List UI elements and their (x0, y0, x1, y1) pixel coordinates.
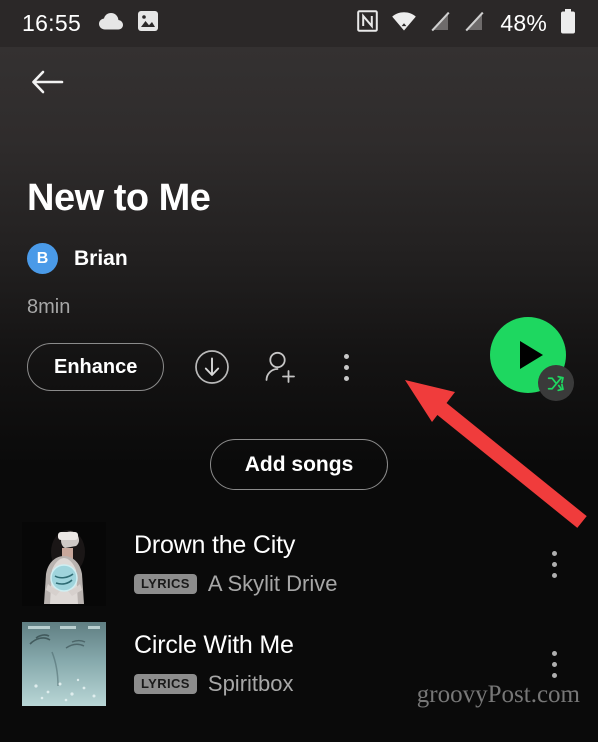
track-kebab-menu-icon[interactable] (532, 650, 576, 678)
add-songs-button[interactable]: Add songs (209, 439, 389, 490)
add-songs-row: Add songs (0, 393, 598, 490)
kebab-dots (343, 353, 349, 381)
action-row: Enhance (0, 317, 598, 401)
track-artist: Spiritbox (207, 671, 294, 696)
track-subtitle: LYRICS A Skylit Drive (134, 571, 532, 597)
enhance-button[interactable]: Enhance (27, 343, 165, 391)
signal-off-icon-2 (464, 11, 485, 37)
track-info: Drown the City LYRICS A Skylit Drive (106, 531, 532, 597)
track-row[interactable]: Drown the City LYRICS A Skylit Drive (0, 514, 598, 614)
battery-percentage: 48% (500, 10, 547, 36)
signal-off-icon (430, 11, 451, 37)
lyrics-badge: LYRICS (134, 574, 197, 594)
album-art-circle-with-me (22, 622, 106, 706)
avatar: B (27, 243, 58, 274)
shuffle-icon (547, 375, 564, 391)
nfc-icon (357, 10, 379, 37)
download-circle-icon[interactable] (186, 341, 238, 393)
playlist-owner[interactable]: B Brian (0, 217, 598, 274)
spotify-playlist-screen: 16:55 48% New to Me B Brian 8min Enhance… (0, 0, 598, 742)
status-bar: 16:55 48% (0, 0, 598, 47)
play-button-wrapper (490, 317, 574, 401)
track-title: Drown the City (134, 531, 296, 559)
wifi-icon (391, 11, 417, 37)
status-bar-left-icons (98, 10, 159, 37)
cloud-icon (98, 12, 124, 36)
back-arrow-icon[interactable] (27, 62, 67, 102)
top-nav-bar (0, 47, 598, 117)
page-title: New to Me (27, 177, 211, 219)
image-icon (137, 10, 159, 37)
battery-icon (560, 8, 576, 39)
track-artist: A Skylit Drive (207, 571, 338, 596)
track-kebab-menu-icon[interactable] (532, 550, 576, 578)
person-add-icon[interactable] (254, 341, 306, 393)
kebab-menu-icon[interactable] (320, 341, 372, 393)
play-icon (519, 341, 543, 369)
playlist-duration: 8min (27, 296, 71, 318)
shuffle-toggle[interactable] (538, 365, 574, 401)
status-bar-clock: 16:55 (22, 10, 82, 36)
album-art-drown-the-city (22, 522, 106, 606)
status-bar-right-icons: 48% (357, 8, 576, 39)
watermark: groovyPost.com (416, 681, 580, 708)
lyrics-badge: LYRICS (134, 674, 197, 694)
track-title: Circle With Me (134, 631, 294, 659)
owner-name: Brian (74, 246, 128, 270)
